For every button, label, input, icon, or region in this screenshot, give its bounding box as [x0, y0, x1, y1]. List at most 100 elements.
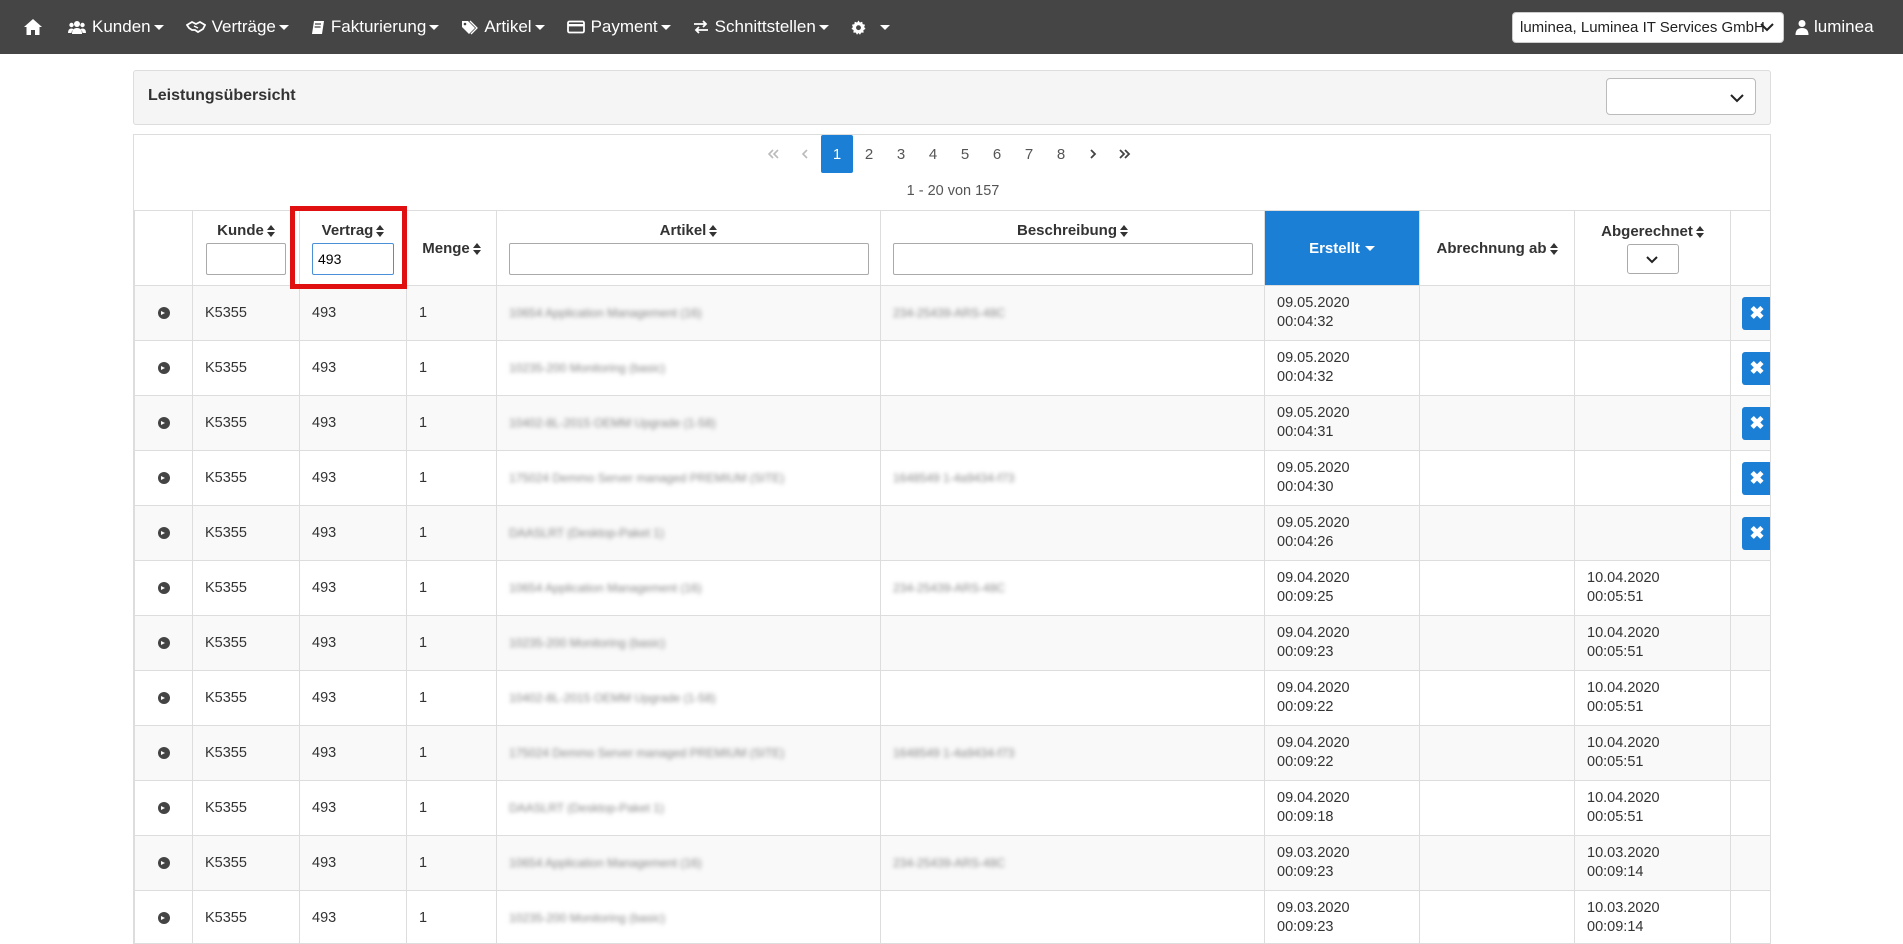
nav-artikel[interactable]: Artikel: [451, 0, 556, 54]
column-beschreibung[interactable]: Beschreibung: [881, 211, 1265, 286]
delete-button[interactable]: ✖: [1742, 462, 1771, 495]
page-button-6[interactable]: 6: [981, 135, 1013, 173]
expand-cell[interactable]: [135, 616, 193, 671]
chevron-circle-right-icon[interactable]: [158, 307, 170, 319]
nav-schnittstellen[interactable]: Schnittstellen: [683, 0, 841, 54]
chevron-circle-right-icon[interactable]: [158, 692, 170, 704]
table-body: K5355 493 1 10654 Application Management (1…: [135, 286, 1772, 944]
close-icon: ✖: [1749, 468, 1764, 488]
expand-cell[interactable]: [135, 396, 193, 451]
page-button-8[interactable]: 8: [1045, 135, 1077, 173]
chevron-circle-right-icon[interactable]: [158, 912, 170, 924]
column-kunde[interactable]: Kunde: [193, 211, 300, 286]
expand-cell[interactable]: [135, 506, 193, 561]
menge-cell: 1: [407, 341, 497, 396]
expand-cell[interactable]: [135, 891, 193, 944]
close-icon: ✖: [1749, 523, 1764, 543]
beschreibung-filter-input[interactable]: [893, 243, 1253, 275]
artikel-cell: DAASLRT (Desktop-Paket 1): [497, 781, 881, 836]
abrechnung-ab-cell: [1420, 891, 1575, 944]
column-menge[interactable]: Menge: [407, 211, 497, 286]
nav-fakturierung[interactable]: Fakturierung: [301, 0, 451, 54]
abgerechnet-date: 10.03.2020: [1587, 899, 1730, 918]
erstellt-time: 00:09:23: [1277, 643, 1419, 662]
kunde-filter-input[interactable]: [206, 243, 286, 275]
prev-page-button[interactable]: [789, 135, 821, 173]
double-chevron-right-icon: [1119, 149, 1131, 159]
abgerechnet-date: 10.04.2020: [1587, 789, 1730, 808]
page-button-3[interactable]: 3: [885, 135, 917, 173]
erstellt-date: 09.04.2020: [1277, 734, 1419, 753]
actions-cell: [1731, 891, 1772, 944]
view-select[interactable]: [1606, 78, 1756, 115]
chevron-down-icon: [1729, 90, 1745, 106]
chevron-circle-right-icon[interactable]: [158, 362, 170, 374]
kunde-cell: K5355: [193, 781, 300, 836]
vertrag-filter-input[interactable]: [312, 243, 394, 275]
erstellt-cell: 09.04.202000:09:22: [1265, 671, 1420, 726]
user-menu[interactable]: luminea: [1795, 0, 1874, 54]
abgerechnet-time: 00:05:51: [1587, 588, 1730, 607]
expand-cell[interactable]: [135, 451, 193, 506]
expand-cell[interactable]: [135, 671, 193, 726]
delete-button[interactable]: ✖: [1742, 517, 1771, 550]
tenant-select[interactable]: luminea, Luminea IT Services GmbH: [1512, 12, 1784, 43]
artikel-cell: 10654 Application Management (16): [497, 836, 881, 891]
chevron-left-icon: [801, 149, 809, 159]
page-button-2[interactable]: 2: [853, 135, 885, 173]
kunde-cell: K5355: [193, 726, 300, 781]
page-button-1[interactable]: 1: [821, 135, 853, 173]
expand-cell[interactable]: [135, 836, 193, 891]
expand-cell[interactable]: [135, 286, 193, 341]
delete-button[interactable]: ✖: [1742, 297, 1771, 330]
beschreibung-cell: [881, 781, 1265, 836]
column-abrechnung-ab[interactable]: Abrechnung ab: [1420, 211, 1575, 286]
next-page-button[interactable]: [1077, 135, 1109, 173]
column-vertrag[interactable]: Vertrag: [300, 211, 407, 286]
actions-cell: [1731, 671, 1772, 726]
page-button-4[interactable]: 4: [917, 135, 949, 173]
chevron-circle-right-icon[interactable]: [158, 802, 170, 814]
first-page-button[interactable]: [757, 135, 789, 173]
abgerechnet-filter-select[interactable]: [1627, 244, 1679, 274]
chevron-circle-right-icon[interactable]: [158, 857, 170, 869]
erstellt-time: 00:04:30: [1277, 478, 1419, 497]
delete-button[interactable]: ✖: [1742, 407, 1771, 440]
vertrag-cell: 493: [300, 891, 407, 944]
nav-vertraege[interactable]: Verträge: [176, 0, 301, 54]
actions-cell: [1731, 616, 1772, 671]
expand-cell[interactable]: [135, 561, 193, 616]
artikel-filter-input[interactable]: [509, 243, 869, 275]
nav-payment[interactable]: Payment: [557, 0, 683, 54]
page-button-7[interactable]: 7: [1013, 135, 1045, 173]
column-label: Kunde: [217, 222, 264, 239]
chevron-circle-right-icon[interactable]: [158, 527, 170, 539]
delete-button[interactable]: ✖: [1742, 352, 1771, 385]
nav-kunden[interactable]: Kunden: [58, 0, 176, 54]
chevron-circle-right-icon[interactable]: [158, 472, 170, 484]
abgerechnet-time: 00:09:14: [1587, 918, 1730, 937]
chevron-circle-right-icon[interactable]: [158, 747, 170, 759]
page-button-5[interactable]: 5: [949, 135, 981, 173]
column-abgerechnet[interactable]: Abgerechnet: [1575, 211, 1731, 286]
chevron-circle-right-icon[interactable]: [158, 582, 170, 594]
abrechnung-ab-cell: [1420, 781, 1575, 836]
column-artikel[interactable]: Artikel: [497, 211, 881, 286]
abgerechnet-cell: 10.04.202000:05:51: [1575, 781, 1731, 836]
expand-cell[interactable]: [135, 781, 193, 836]
nav-settings[interactable]: [841, 0, 902, 54]
expand-cell[interactable]: [135, 341, 193, 396]
services-table-container: 1 2 3 4 5 6 7 8 1 - 20 von 157 Kunde: [133, 134, 1771, 944]
chevron-right-icon: [1089, 149, 1097, 159]
beschreibung-cell: 234-25439-ARS-48C: [881, 836, 1265, 891]
chevron-circle-right-icon[interactable]: [158, 637, 170, 649]
actions-cell: ✖: [1731, 451, 1772, 506]
chevron-circle-right-icon[interactable]: [158, 417, 170, 429]
abrechnung-ab-cell: [1420, 561, 1575, 616]
last-page-button[interactable]: [1109, 135, 1141, 173]
expand-cell[interactable]: [135, 726, 193, 781]
beschreibung-text: 234-25439-ARS-48C: [893, 581, 1005, 595]
erstellt-time: 00:04:31: [1277, 423, 1419, 442]
column-erstellt[interactable]: Erstellt: [1265, 211, 1420, 286]
home-icon[interactable]: [8, 0, 58, 54]
